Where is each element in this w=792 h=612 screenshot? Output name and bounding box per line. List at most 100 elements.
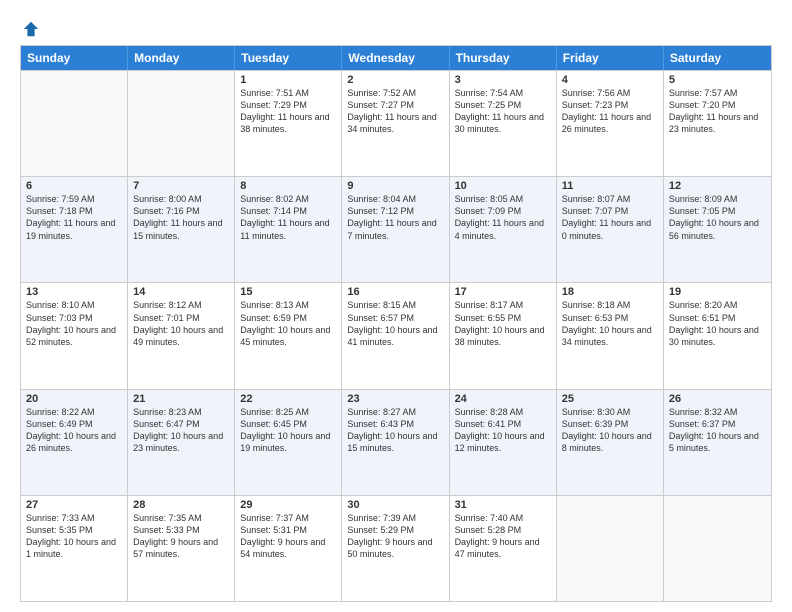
day-number: 7 bbox=[133, 180, 229, 192]
cal-cell-4-7: 26Sunrise: 8:32 AM Sunset: 6:37 PM Dayli… bbox=[664, 390, 771, 495]
day-number: 1 bbox=[240, 74, 336, 86]
day-info: Sunrise: 7:33 AM Sunset: 5:35 PM Dayligh… bbox=[26, 512, 122, 561]
calendar-header-row: SundayMondayTuesdayWednesdayThursdayFrid… bbox=[21, 46, 771, 70]
cal-header-friday: Friday bbox=[557, 46, 664, 70]
cal-cell-2-7: 12Sunrise: 8:09 AM Sunset: 7:05 PM Dayli… bbox=[664, 177, 771, 282]
header bbox=[20, 18, 772, 35]
day-info: Sunrise: 8:20 AM Sunset: 6:51 PM Dayligh… bbox=[669, 299, 766, 348]
day-number: 21 bbox=[133, 393, 229, 405]
day-number: 17 bbox=[455, 286, 551, 298]
day-number: 31 bbox=[455, 499, 551, 511]
cal-cell-2-5: 10Sunrise: 8:05 AM Sunset: 7:09 PM Dayli… bbox=[450, 177, 557, 282]
cal-cell-3-7: 19Sunrise: 8:20 AM Sunset: 6:51 PM Dayli… bbox=[664, 283, 771, 388]
day-info: Sunrise: 7:39 AM Sunset: 5:29 PM Dayligh… bbox=[347, 512, 443, 561]
logo-icon bbox=[22, 20, 40, 38]
cal-header-monday: Monday bbox=[128, 46, 235, 70]
cal-cell-5-6 bbox=[557, 496, 664, 601]
day-info: Sunrise: 8:30 AM Sunset: 6:39 PM Dayligh… bbox=[562, 406, 658, 455]
cal-cell-3-6: 18Sunrise: 8:18 AM Sunset: 6:53 PM Dayli… bbox=[557, 283, 664, 388]
cal-cell-5-1: 27Sunrise: 7:33 AM Sunset: 5:35 PM Dayli… bbox=[21, 496, 128, 601]
day-info: Sunrise: 8:02 AM Sunset: 7:14 PM Dayligh… bbox=[240, 193, 336, 242]
day-info: Sunrise: 8:04 AM Sunset: 7:12 PM Dayligh… bbox=[347, 193, 443, 242]
cal-cell-2-1: 6Sunrise: 7:59 AM Sunset: 7:18 PM Daylig… bbox=[21, 177, 128, 282]
cal-cell-4-5: 24Sunrise: 8:28 AM Sunset: 6:41 PM Dayli… bbox=[450, 390, 557, 495]
cal-cell-1-4: 2Sunrise: 7:52 AM Sunset: 7:27 PM Daylig… bbox=[342, 71, 449, 176]
day-number: 5 bbox=[669, 74, 766, 86]
cal-cell-2-2: 7Sunrise: 8:00 AM Sunset: 7:16 PM Daylig… bbox=[128, 177, 235, 282]
day-info: Sunrise: 8:25 AM Sunset: 6:45 PM Dayligh… bbox=[240, 406, 336, 455]
cal-cell-4-1: 20Sunrise: 8:22 AM Sunset: 6:49 PM Dayli… bbox=[21, 390, 128, 495]
cal-cell-1-6: 4Sunrise: 7:56 AM Sunset: 7:23 PM Daylig… bbox=[557, 71, 664, 176]
day-number: 30 bbox=[347, 499, 443, 511]
calendar: SundayMondayTuesdayWednesdayThursdayFrid… bbox=[20, 45, 772, 602]
day-number: 14 bbox=[133, 286, 229, 298]
day-info: Sunrise: 8:09 AM Sunset: 7:05 PM Dayligh… bbox=[669, 193, 766, 242]
cal-week-1: 1Sunrise: 7:51 AM Sunset: 7:29 PM Daylig… bbox=[21, 70, 771, 176]
cal-cell-2-6: 11Sunrise: 8:07 AM Sunset: 7:07 PM Dayli… bbox=[557, 177, 664, 282]
day-number: 10 bbox=[455, 180, 551, 192]
day-info: Sunrise: 7:37 AM Sunset: 5:31 PM Dayligh… bbox=[240, 512, 336, 561]
day-info: Sunrise: 8:10 AM Sunset: 7:03 PM Dayligh… bbox=[26, 299, 122, 348]
day-info: Sunrise: 8:28 AM Sunset: 6:41 PM Dayligh… bbox=[455, 406, 551, 455]
day-number: 19 bbox=[669, 286, 766, 298]
day-number: 6 bbox=[26, 180, 122, 192]
day-info: Sunrise: 8:32 AM Sunset: 6:37 PM Dayligh… bbox=[669, 406, 766, 455]
day-info: Sunrise: 8:18 AM Sunset: 6:53 PM Dayligh… bbox=[562, 299, 658, 348]
day-number: 15 bbox=[240, 286, 336, 298]
calendar-body: 1Sunrise: 7:51 AM Sunset: 7:29 PM Daylig… bbox=[21, 70, 771, 601]
day-info: Sunrise: 8:05 AM Sunset: 7:09 PM Dayligh… bbox=[455, 193, 551, 242]
cal-cell-5-3: 29Sunrise: 7:37 AM Sunset: 5:31 PM Dayli… bbox=[235, 496, 342, 601]
day-info: Sunrise: 8:27 AM Sunset: 6:43 PM Dayligh… bbox=[347, 406, 443, 455]
cal-week-5: 27Sunrise: 7:33 AM Sunset: 5:35 PM Dayli… bbox=[21, 495, 771, 601]
day-info: Sunrise: 8:07 AM Sunset: 7:07 PM Dayligh… bbox=[562, 193, 658, 242]
cal-cell-1-1 bbox=[21, 71, 128, 176]
day-number: 2 bbox=[347, 74, 443, 86]
cal-header-thursday: Thursday bbox=[450, 46, 557, 70]
cal-cell-1-2 bbox=[128, 71, 235, 176]
cal-cell-4-2: 21Sunrise: 8:23 AM Sunset: 6:47 PM Dayli… bbox=[128, 390, 235, 495]
cal-cell-2-4: 9Sunrise: 8:04 AM Sunset: 7:12 PM Daylig… bbox=[342, 177, 449, 282]
day-info: Sunrise: 8:15 AM Sunset: 6:57 PM Dayligh… bbox=[347, 299, 443, 348]
cal-cell-5-5: 31Sunrise: 7:40 AM Sunset: 5:28 PM Dayli… bbox=[450, 496, 557, 601]
day-info: Sunrise: 8:12 AM Sunset: 7:01 PM Dayligh… bbox=[133, 299, 229, 348]
day-info: Sunrise: 8:13 AM Sunset: 6:59 PM Dayligh… bbox=[240, 299, 336, 348]
day-number: 11 bbox=[562, 180, 658, 192]
cal-cell-3-3: 15Sunrise: 8:13 AM Sunset: 6:59 PM Dayli… bbox=[235, 283, 342, 388]
cal-header-tuesday: Tuesday bbox=[235, 46, 342, 70]
logo bbox=[20, 18, 40, 35]
cal-cell-3-5: 17Sunrise: 8:17 AM Sunset: 6:55 PM Dayli… bbox=[450, 283, 557, 388]
cal-week-4: 20Sunrise: 8:22 AM Sunset: 6:49 PM Dayli… bbox=[21, 389, 771, 495]
cal-cell-4-4: 23Sunrise: 8:27 AM Sunset: 6:43 PM Dayli… bbox=[342, 390, 449, 495]
day-number: 24 bbox=[455, 393, 551, 405]
cal-cell-1-7: 5Sunrise: 7:57 AM Sunset: 7:20 PM Daylig… bbox=[664, 71, 771, 176]
cal-cell-3-2: 14Sunrise: 8:12 AM Sunset: 7:01 PM Dayli… bbox=[128, 283, 235, 388]
cal-cell-3-4: 16Sunrise: 8:15 AM Sunset: 6:57 PM Dayli… bbox=[342, 283, 449, 388]
cal-cell-5-7 bbox=[664, 496, 771, 601]
cal-cell-3-1: 13Sunrise: 8:10 AM Sunset: 7:03 PM Dayli… bbox=[21, 283, 128, 388]
day-info: Sunrise: 8:00 AM Sunset: 7:16 PM Dayligh… bbox=[133, 193, 229, 242]
day-number: 25 bbox=[562, 393, 658, 405]
cal-header-wednesday: Wednesday bbox=[342, 46, 449, 70]
day-info: Sunrise: 8:17 AM Sunset: 6:55 PM Dayligh… bbox=[455, 299, 551, 348]
day-number: 18 bbox=[562, 286, 658, 298]
day-number: 29 bbox=[240, 499, 336, 511]
cal-cell-1-3: 1Sunrise: 7:51 AM Sunset: 7:29 PM Daylig… bbox=[235, 71, 342, 176]
day-number: 8 bbox=[240, 180, 336, 192]
day-info: Sunrise: 7:54 AM Sunset: 7:25 PM Dayligh… bbox=[455, 87, 551, 136]
cal-cell-5-4: 30Sunrise: 7:39 AM Sunset: 5:29 PM Dayli… bbox=[342, 496, 449, 601]
cal-cell-5-2: 28Sunrise: 7:35 AM Sunset: 5:33 PM Dayli… bbox=[128, 496, 235, 601]
cal-cell-4-3: 22Sunrise: 8:25 AM Sunset: 6:45 PM Dayli… bbox=[235, 390, 342, 495]
day-info: Sunrise: 8:22 AM Sunset: 6:49 PM Dayligh… bbox=[26, 406, 122, 455]
day-number: 20 bbox=[26, 393, 122, 405]
cal-cell-2-3: 8Sunrise: 8:02 AM Sunset: 7:14 PM Daylig… bbox=[235, 177, 342, 282]
day-number: 4 bbox=[562, 74, 658, 86]
day-number: 9 bbox=[347, 180, 443, 192]
day-info: Sunrise: 7:35 AM Sunset: 5:33 PM Dayligh… bbox=[133, 512, 229, 561]
cal-header-saturday: Saturday bbox=[664, 46, 771, 70]
page: SundayMondayTuesdayWednesdayThursdayFrid… bbox=[0, 0, 792, 612]
day-info: Sunrise: 7:57 AM Sunset: 7:20 PM Dayligh… bbox=[669, 87, 766, 136]
day-number: 28 bbox=[133, 499, 229, 511]
day-info: Sunrise: 7:40 AM Sunset: 5:28 PM Dayligh… bbox=[455, 512, 551, 561]
day-number: 26 bbox=[669, 393, 766, 405]
day-number: 23 bbox=[347, 393, 443, 405]
